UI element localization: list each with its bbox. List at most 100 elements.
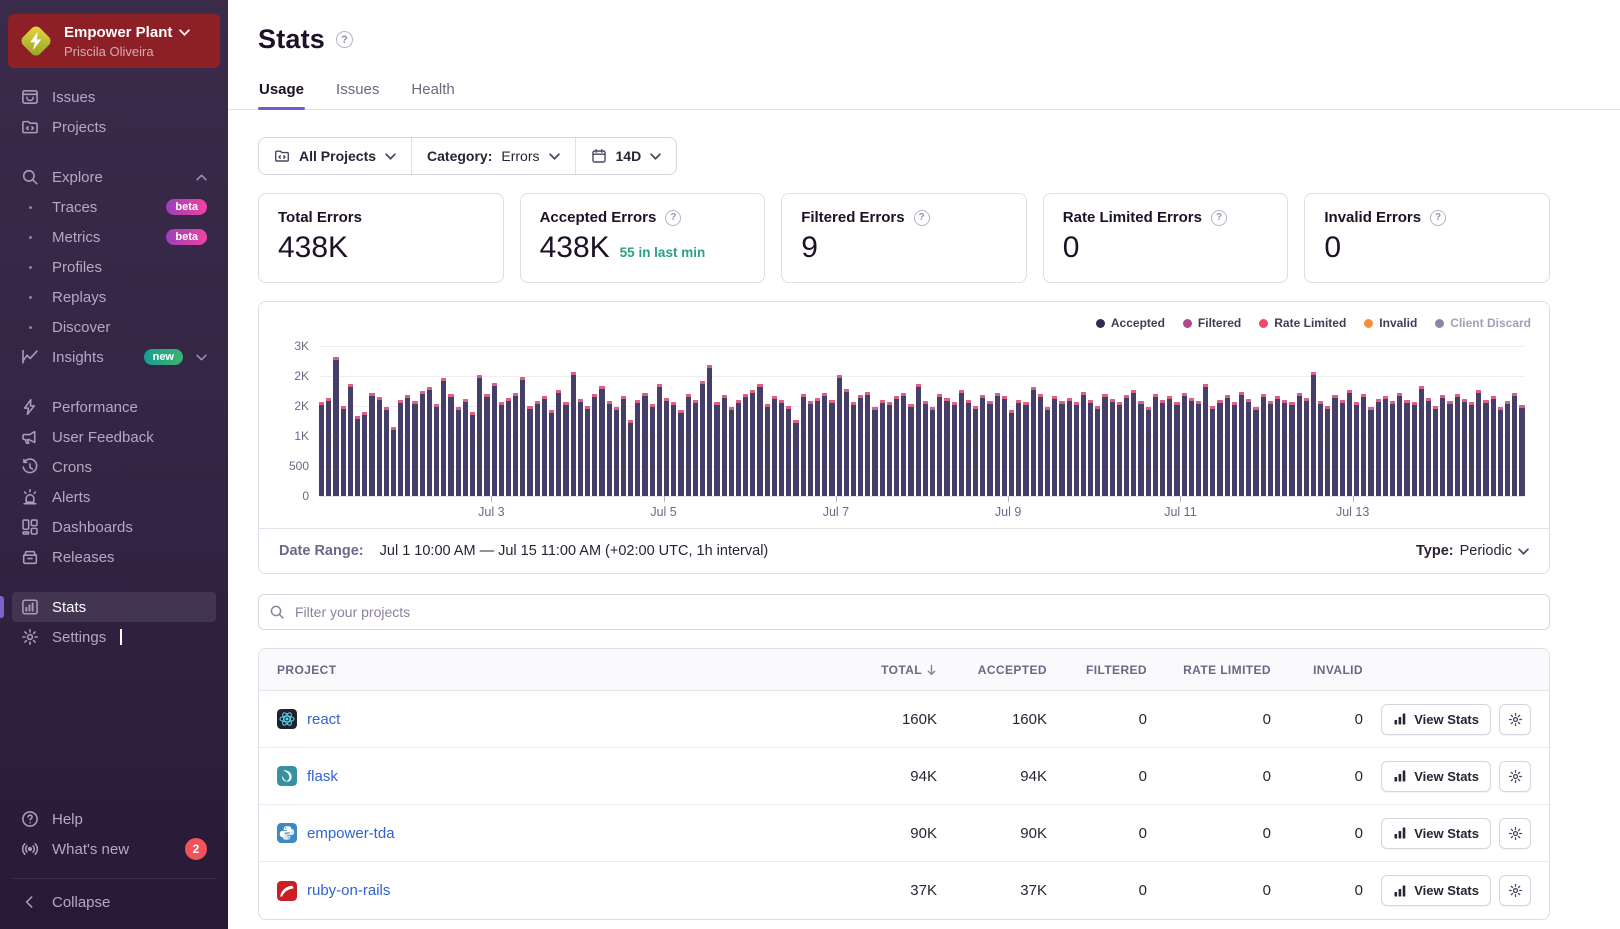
bar-accepted[interactable] <box>1116 402 1122 496</box>
bar-accepted[interactable] <box>326 397 332 496</box>
project-link[interactable]: react <box>307 711 340 728</box>
bar-accepted[interactable] <box>1483 400 1489 496</box>
bar-accepted[interactable] <box>1066 397 1072 496</box>
bar-accepted[interactable] <box>692 400 698 496</box>
help-icon[interactable]: ? <box>1211 209 1227 226</box>
bar-accepted[interactable] <box>513 392 519 496</box>
sidebar-item-what-s-new[interactable]: What's new 2 <box>12 834 216 864</box>
bar-accepted[interactable] <box>728 407 734 496</box>
bar-accepted[interactable] <box>1289 402 1295 496</box>
bar-accepted[interactable] <box>779 400 785 496</box>
tab-usage[interactable]: Usage <box>258 75 306 110</box>
bar-accepted[interactable] <box>469 412 476 496</box>
bar-accepted[interactable] <box>944 397 950 496</box>
bar-accepted[interactable] <box>1217 400 1223 496</box>
bar-accepted[interactable] <box>1318 401 1324 496</box>
project-link[interactable]: flask <box>307 768 338 785</box>
bar-accepted[interactable] <box>1159 400 1166 496</box>
sidebar-item-insights[interactable]: Insights new <box>12 342 216 372</box>
bar-accepted[interactable] <box>556 390 562 496</box>
bar-accepted[interactable] <box>1102 394 1108 496</box>
bar-accepted[interactable] <box>376 397 382 496</box>
bar-accepted[interactable] <box>1332 395 1338 496</box>
bar-accepted[interactable] <box>771 396 777 496</box>
bar-accepted[interactable] <box>1030 386 1036 496</box>
view-stats-button[interactable]: View Stats <box>1381 703 1491 735</box>
bar-accepted[interactable] <box>1425 397 1432 496</box>
bar-accepted[interactable] <box>383 407 389 496</box>
sidebar-item-help[interactable]: Help <box>12 804 216 834</box>
bar-accepted[interactable] <box>1044 407 1051 496</box>
bar-accepted[interactable] <box>534 401 540 496</box>
bar-accepted[interactable] <box>1145 407 1151 496</box>
help-icon[interactable]: ? <box>913 209 930 226</box>
bar-accepted[interactable] <box>678 409 684 496</box>
bar-accepted[interactable] <box>1174 402 1180 496</box>
bar-accepted[interactable] <box>1052 396 1058 496</box>
bar-accepted[interactable] <box>1001 396 1007 496</box>
bar-accepted[interactable] <box>1469 402 1475 496</box>
sidebar-item-collapse[interactable]: Collapse <box>12 887 216 917</box>
bar-accepted[interactable] <box>1418 385 1424 496</box>
view-stats-button[interactable]: View Stats <box>1381 875 1491 906</box>
bar-accepted[interactable] <box>1397 392 1403 496</box>
bar-accepted[interactable] <box>951 402 957 496</box>
bar-accepted[interactable] <box>994 392 1000 496</box>
sidebar-item-releases[interactable]: Releases <box>12 542 216 572</box>
tab-health[interactable]: Health <box>410 75 455 109</box>
bar-accepted[interactable] <box>649 403 655 496</box>
category-filter-dropdown[interactable]: Category: Errors <box>411 138 574 174</box>
bar-accepted[interactable] <box>836 374 842 496</box>
bar-accepted[interactable] <box>592 394 598 496</box>
bar-accepted[interactable] <box>1253 407 1259 496</box>
project-settings-button[interactable] <box>1499 875 1531 906</box>
bar-accepted[interactable] <box>1325 406 1331 496</box>
bar-accepted[interactable] <box>448 394 454 496</box>
bar-accepted[interactable] <box>1109 398 1115 496</box>
bar-accepted[interactable] <box>843 389 849 496</box>
bar-accepted[interactable] <box>1274 396 1281 496</box>
bar-accepted[interactable] <box>1181 392 1187 496</box>
bar-accepted[interactable] <box>980 395 986 496</box>
bar-accepted[interactable] <box>1224 395 1230 496</box>
bar-accepted[interactable] <box>498 402 504 496</box>
sidebar-item-performance[interactable]: Performance <box>12 392 216 422</box>
bar-accepted[interactable] <box>541 396 547 496</box>
bar-accepted[interactable] <box>685 394 691 496</box>
bar-accepted[interactable] <box>901 392 907 496</box>
bar-accepted[interactable] <box>973 406 979 496</box>
bar-accepted[interactable] <box>908 403 914 496</box>
bar-accepted[interactable] <box>714 402 720 496</box>
sidebar-item-settings[interactable]: Settings <box>12 622 216 652</box>
bar-accepted[interactable] <box>1339 400 1345 496</box>
bar-accepted[interactable] <box>628 420 634 496</box>
bar-accepted[interactable] <box>1504 401 1511 496</box>
bar-accepted[interactable] <box>865 391 871 496</box>
bar-accepted[interactable] <box>484 394 490 496</box>
bar-accepted[interactable] <box>398 400 404 496</box>
project-link[interactable]: empower-tda <box>307 825 395 842</box>
bar-accepted[interactable] <box>1447 401 1453 496</box>
project-link[interactable]: ruby-on-rails <box>307 882 390 899</box>
bar-accepted[interactable] <box>419 391 425 496</box>
bar-accepted[interactable] <box>635 400 641 496</box>
view-stats-button[interactable]: View Stats <box>1381 817 1491 849</box>
bar-accepted[interactable] <box>434 403 440 496</box>
bar-accepted[interactable] <box>1354 402 1360 496</box>
bar-accepted[interactable] <box>829 400 835 496</box>
bar-accepted[interactable] <box>937 394 943 496</box>
bar-accepted[interactable] <box>735 400 742 496</box>
bar-accepted[interactable] <box>1310 372 1317 496</box>
bar-accepted[interactable] <box>1239 391 1245 496</box>
bar-accepted[interactable] <box>1152 394 1158 496</box>
bar-accepted[interactable] <box>1246 398 1252 496</box>
bar-accepted[interactable] <box>1073 402 1079 496</box>
bar-accepted[interactable] <box>1037 394 1043 496</box>
project-filter-dropdown[interactable]: All Projects <box>259 138 411 174</box>
legend-item-invalid[interactable]: Invalid <box>1364 316 1417 330</box>
bar-accepted[interactable] <box>1382 396 1388 496</box>
sidebar-item-crons[interactable]: Crons <box>12 452 216 482</box>
bar-accepted[interactable] <box>362 412 368 496</box>
bar-accepted[interactable] <box>929 407 936 496</box>
bar-accepted[interactable] <box>577 398 583 496</box>
